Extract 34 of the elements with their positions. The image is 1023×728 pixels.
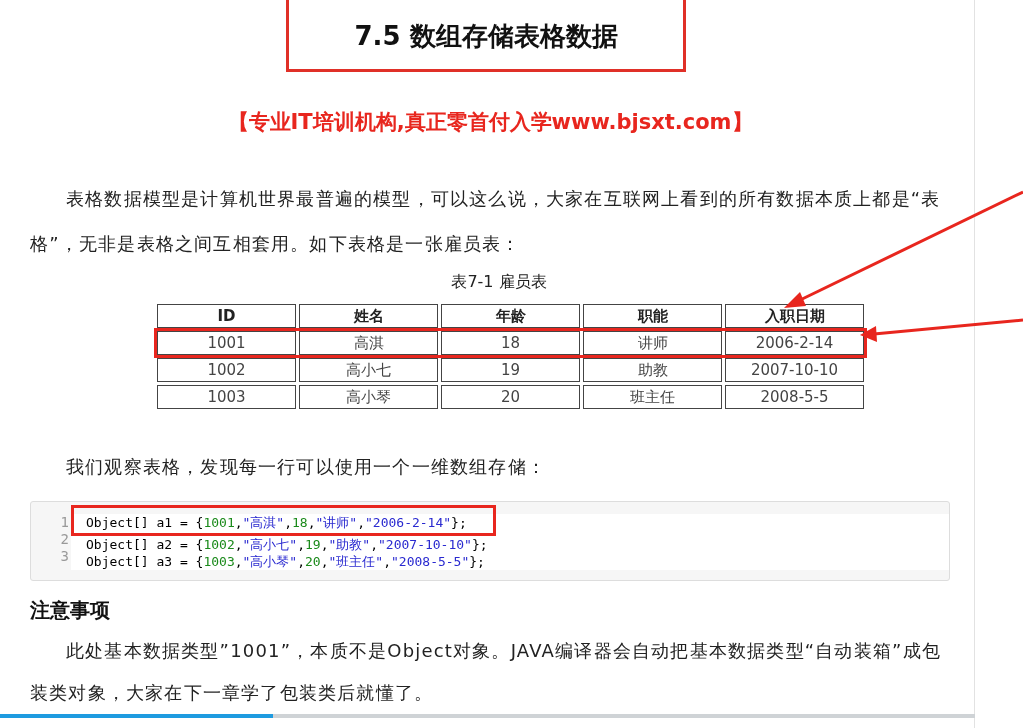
table-cell: 班主任 bbox=[583, 385, 722, 409]
notes-paragraph: 此处基本数据类型”1001”，本质不是Object对象。JAVA编译器会自动把基本数据类型“自动装箱”成包装类对象，大家在下一章学了包装类后就懂了。 bbox=[30, 639, 942, 705]
table-cell: 1001 bbox=[157, 331, 296, 355]
banner-text: 【专业IT培训机构,真正零首付入学www.bjsxt.com】 bbox=[226, 109, 754, 136]
table-cell: 2007-10-10 bbox=[725, 358, 864, 382]
table-cell: 高淇 bbox=[299, 331, 438, 355]
table-cell: 18 bbox=[441, 331, 580, 355]
table-cell: 2006-2-14 bbox=[725, 331, 864, 355]
table-cell: 高小七 bbox=[299, 358, 438, 382]
column-header: 入职日期 bbox=[725, 304, 864, 328]
column-header: ID bbox=[157, 304, 296, 328]
intro-paragraph: 表格数据模型是计算机世界最普遍的模型，可以这么说，大家在互联网上看到的所有数据本质上都是“表格”，无非是表格之间互相套用。如下表格是一张雇员表： bbox=[30, 187, 942, 256]
notes-heading: 注意事项 bbox=[30, 597, 111, 624]
table-cell: 2008-5-5 bbox=[725, 385, 864, 409]
table-cell: 讲师 bbox=[583, 331, 722, 355]
video-progress-bar[interactable] bbox=[0, 714, 975, 718]
column-header: 职能 bbox=[583, 304, 722, 328]
table-cell: 1003 bbox=[157, 385, 296, 409]
observation-paragraph: 我们观察表格，发现每一行可以使用一个一维数组存储： bbox=[65, 455, 547, 479]
line-number: 1 bbox=[59, 514, 70, 531]
column-header: 年龄 bbox=[441, 304, 580, 328]
line-number: 2 bbox=[59, 531, 70, 548]
line-number: 3 bbox=[59, 548, 70, 565]
table-caption: 表7-1 雇员表 bbox=[450, 272, 548, 293]
column-header: 姓名 bbox=[299, 304, 438, 328]
code-line: Object[] a1 = {1001,"高淇",18,"讲师","2006-2-14"}; bbox=[86, 514, 467, 531]
table-cell: 1002 bbox=[157, 358, 296, 382]
section-title: 7.5 数组存储表格数据 bbox=[286, 0, 686, 72]
code-line: Object[] a3 = {1003,"高小琴",20,"班主任","2008-5-5"}; bbox=[86, 553, 485, 570]
code-line: Object[] a2 = {1002,"高小七",19,"助教","2007-10-10"}; bbox=[86, 536, 488, 553]
table-cell: 19 bbox=[441, 358, 580, 382]
table-cell: 高小琴 bbox=[299, 385, 438, 409]
table-cell: 助教 bbox=[583, 358, 722, 382]
table-cell: 20 bbox=[441, 385, 580, 409]
